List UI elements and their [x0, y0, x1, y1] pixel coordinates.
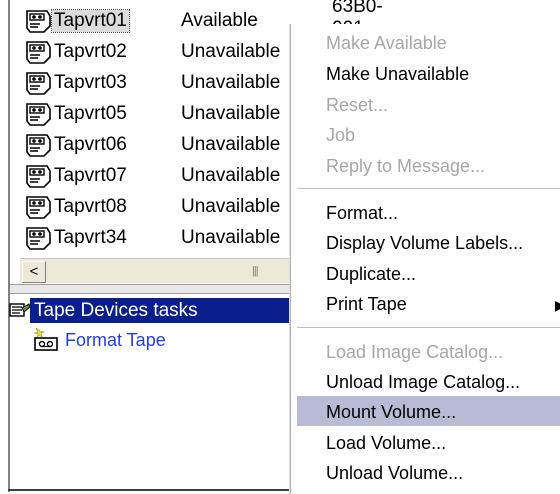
menu-item-job[interactable]: Job — [326, 125, 355, 146]
list-row[interactable]: Tapvrt01 Available 63B0-001 — [20, 0, 383, 39]
menu-separator — [297, 327, 560, 329]
context-menu: Make Available Make Unavailable Reset...… — [290, 24, 560, 494]
tasks-icon — [9, 303, 31, 317]
device-name: Tapvrt05 — [54, 103, 127, 124]
menu-item-make-unavailable[interactable]: Make Unavailable — [326, 64, 469, 85]
menu-item-make-available[interactable]: Make Available — [326, 33, 447, 54]
menu-item-reply-to-message[interactable]: Reply to Message... — [326, 156, 485, 177]
tape-device-icon — [26, 41, 51, 64]
tape-device-icon — [26, 10, 51, 33]
device-status: Unavailable — [181, 227, 281, 248]
device-name: Tapvrt34 — [54, 227, 127, 248]
menu-item-mount-volume[interactable]: Mount Volume... — [326, 402, 456, 423]
list-row[interactable]: Tapvrt08 Unavailable — [20, 192, 310, 222]
tape-device-icon — [26, 72, 51, 95]
menu-item-print-tape[interactable]: Print Tape — [326, 294, 407, 315]
device-name: Tapvrt07 — [54, 165, 127, 186]
menu-item-load-volume[interactable]: Load Volume... — [326, 433, 446, 454]
menu-item-load-image-catalog[interactable]: Load Image Catalog... — [326, 342, 503, 363]
scrollbar-grip-icon[interactable]: ||| — [252, 265, 259, 277]
menu-separator — [297, 188, 560, 190]
device-status: Unavailable — [181, 165, 281, 186]
tape-device-icon — [26, 134, 51, 157]
device-status: Unavailable — [181, 72, 281, 93]
device-name: Tapvrt08 — [54, 196, 127, 217]
device-status: Available — [181, 10, 258, 31]
menu-item-unload-image-catalog[interactable]: Unload Image Catalog... — [326, 372, 520, 393]
device-name: Tapvrt01 — [51, 9, 130, 33]
device-name: Tapvrt03 — [54, 72, 127, 93]
list-row[interactable]: Tapvrt34 Unavailable — [20, 223, 310, 253]
device-name: Tapvrt06 — [54, 134, 127, 155]
tape-device-list[interactable]: Tapvrt01 Available 63B0-001 Tapvrt02 Una… — [20, 0, 383, 262]
list-row[interactable]: Tapvrt05 Unavailable — [20, 99, 310, 129]
tape-device-icon — [26, 196, 51, 219]
tape-device-icon — [26, 165, 51, 188]
device-status: Unavailable — [181, 134, 281, 155]
submenu-arrow-icon: ▶ — [555, 297, 560, 314]
menu-item-format[interactable]: Format... — [326, 203, 398, 224]
list-row[interactable]: Tapvrt06 Unavailable — [20, 130, 310, 160]
format-tape-link[interactable]: Format Tape — [65, 330, 166, 351]
menu-item-display-volume-labels[interactable]: Display Volume Labels... — [326, 233, 523, 254]
menu-item-reset[interactable]: Reset... — [326, 95, 388, 116]
menu-item-unload-volume[interactable]: Unload Volume... — [326, 463, 463, 484]
tasks-panel-header: Tape Devices tasks — [30, 298, 296, 323]
tape-device-icon — [26, 227, 51, 250]
horizontal-scrollbar[interactable]: < ||| — [20, 258, 296, 283]
device-status: Unavailable — [181, 196, 281, 217]
pane-splitter[interactable] — [10, 284, 300, 294]
list-row[interactable]: Tapvrt03 Unavailable — [20, 68, 310, 98]
menu-item-duplicate[interactable]: Duplicate... — [326, 264, 416, 285]
list-row[interactable]: Tapvrt07 Unavailable — [20, 161, 310, 191]
format-tape-icon[interactable] — [32, 326, 60, 352]
window-left-border — [8, 0, 10, 492]
device-name: Tapvrt02 — [54, 41, 127, 62]
device-status: Unavailable — [181, 103, 281, 124]
tape-device-icon — [26, 103, 51, 126]
scroll-left-button[interactable]: < — [22, 261, 46, 283]
device-status: Unavailable — [181, 41, 281, 62]
list-row[interactable]: Tapvrt02 Unavailable — [20, 37, 310, 67]
